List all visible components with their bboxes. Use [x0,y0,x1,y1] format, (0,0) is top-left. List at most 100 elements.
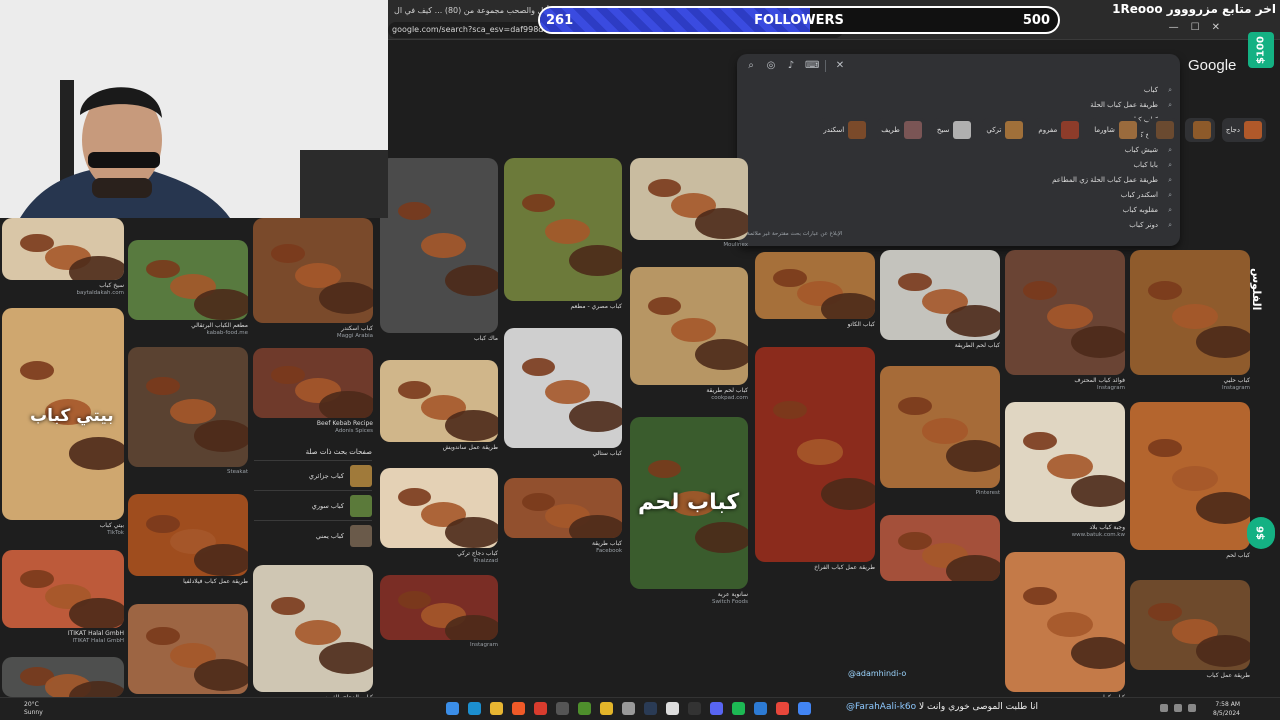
result-source[interactable]: Pinterest [880,490,1000,496]
result-title[interactable]: طريقة عمل ساندويش [380,444,498,451]
suggestion-item[interactable]: ⌕ طريقة عمل كباب الحلة [892,97,1172,112]
minecraft-icon[interactable] [578,702,591,715]
result-title[interactable]: Beef Kebab Recipe [253,420,373,427]
result-source[interactable]: kabab-food.me [128,330,248,336]
result-thumbnail[interactable] [880,250,1000,340]
result-thumbnail[interactable] [1005,402,1125,522]
result-thumbnail[interactable] [880,515,1000,581]
result-title[interactable]: طريقة عمل كباب الفراخ [755,564,875,571]
result-title[interactable]: وجبة كباب بلاد [1005,524,1125,531]
result-title[interactable]: فوائد كباب المحترف [1005,377,1125,384]
result-source[interactable]: Moulinex [630,242,748,248]
result-thumbnail[interactable] [253,565,373,692]
result-thumbnail[interactable] [1130,250,1250,375]
related-chip[interactable]: مفروم [1034,118,1084,142]
obs-icon[interactable] [688,702,701,715]
result-title[interactable]: كباب اسكندر [253,325,373,332]
result-source[interactable]: Maggi Arabia [253,333,373,339]
maximize-icon[interactable]: ☐ [1191,22,1200,33]
steam-icon[interactable] [644,702,657,715]
result-source[interactable]: Steakat [128,469,248,475]
microphone-icon[interactable]: ♪ [785,60,797,72]
battery-icon[interactable] [1188,704,1196,712]
result-thumbnail[interactable] [128,604,248,694]
suggestion-item[interactable]: ⌕ بابا كباب [892,157,1172,172]
github-icon[interactable] [666,702,679,715]
result-source[interactable]: TikTok [2,530,124,536]
related-chip[interactable]: سيخ [932,118,976,142]
spotify-icon[interactable] [732,702,745,715]
edge-icon[interactable] [468,702,481,715]
result-thumbnail[interactable] [2,218,124,280]
result-thumbnail[interactable] [1130,402,1250,550]
suggestion-item[interactable]: ⌕ دونر كباب [892,217,1172,232]
result-thumbnail[interactable] [380,360,498,442]
shield-icon[interactable] [534,702,547,715]
suggestion-item[interactable]: ⌕ مقلوبه كباب [892,202,1172,217]
related-chip[interactable]: اسكندر [819,118,871,142]
store-icon[interactable] [556,702,569,715]
minimize-icon[interactable]: — [1169,22,1179,33]
result-thumbnail[interactable] [1005,552,1125,692]
result-thumbnail[interactable] [504,158,622,301]
result-source[interactable]: Instagram [380,642,498,648]
result-source[interactable]: www.batuk.com.kw [1005,532,1125,538]
lens-icon[interactable]: ◎ [765,60,777,72]
result-source[interactable]: Instagram [1130,385,1250,391]
report-suggestions-link[interactable]: الإبلاغ عن عبارات بحث مقترحة غير ملائمة [747,231,842,237]
result-title[interactable]: طريقة عمل كباب فيلادلفيا [128,578,248,585]
result-source[interactable]: baytaldakah.com [2,290,124,296]
result-title[interactable]: كباب طريقة [504,540,622,547]
result-source[interactable]: Switch Foods [630,599,748,605]
google-logo[interactable]: Google [1188,57,1236,74]
related-chip[interactable] [1184,118,1215,142]
result-title[interactable]: ماك كباب [380,335,498,342]
suggestion-item[interactable]: ⌕ كباب [892,82,1172,97]
app-icon[interactable] [622,702,635,715]
result-title[interactable]: مطعم الكباب البرتقالي [128,322,248,329]
chrome-icon[interactable] [776,702,789,715]
result-title[interactable]: كباب مصري - مطعم [504,303,622,310]
result-thumbnail[interactable] [2,550,124,628]
result-title[interactable]: كباب لحم الطريقة [880,342,1000,349]
result-thumbnail[interactable] [630,158,748,240]
result-title[interactable]: كباب لحم [1130,552,1250,559]
result-title[interactable]: كباب دجاج تركي [380,550,498,557]
result-title[interactable]: كباب لحم طريقة [630,387,748,394]
result-thumbnail[interactable] [253,348,373,418]
google-icon[interactable] [798,702,811,715]
result-source[interactable]: Khaizzad [380,558,498,564]
weather-widget[interactable]: 20°C Sunny [24,701,43,717]
chrome-icon[interactable] [600,702,613,715]
discord-icon[interactable] [710,702,723,715]
result-thumbnail[interactable] [380,575,498,640]
result-thumbnail[interactable] [755,347,875,562]
related-chip[interactable]: طريف [877,118,926,142]
result-title[interactable]: كباب الكاتو [755,321,875,328]
brave-icon[interactable] [512,702,525,715]
result-thumbnail[interactable] [128,240,248,320]
result-source[interactable]: Facebook [504,548,622,554]
related-search-item[interactable]: كباب سوري [254,490,372,520]
result-thumbnail[interactable] [630,267,748,385]
file-explorer-icon[interactable] [490,702,503,715]
result-thumbnail[interactable] [380,468,498,548]
network-icon[interactable] [1160,704,1168,712]
result-title[interactable]: طريقة عمل كباب [1130,672,1250,679]
suggestion-item[interactable]: ⌕ شيش كباب [892,142,1172,157]
related-chip[interactable] [1147,118,1178,142]
result-title[interactable]: بيتي كباب [2,522,124,529]
result-title[interactable]: سانوية عربة [630,591,748,598]
keyboard-icon[interactable]: ⌨ [805,60,819,72]
result-thumbnail[interactable] [253,218,373,323]
result-thumbnail[interactable] [504,478,622,538]
result-source[interactable]: ITIKAT Halal GmbH [2,638,125,644]
result-thumbnail[interactable] [2,657,124,697]
related-search-item[interactable]: كباب جزائري [254,460,372,490]
result-title[interactable]: كباب ستالي [504,450,622,457]
result-source[interactable]: Instagram [1005,385,1125,391]
clock[interactable]: 7:58 AM 8/5/2024 [1213,700,1240,718]
result-thumbnail[interactable] [1005,250,1125,375]
result-title[interactable]: سيخ كباب [2,282,124,289]
result-thumbnail[interactable] [128,347,248,467]
